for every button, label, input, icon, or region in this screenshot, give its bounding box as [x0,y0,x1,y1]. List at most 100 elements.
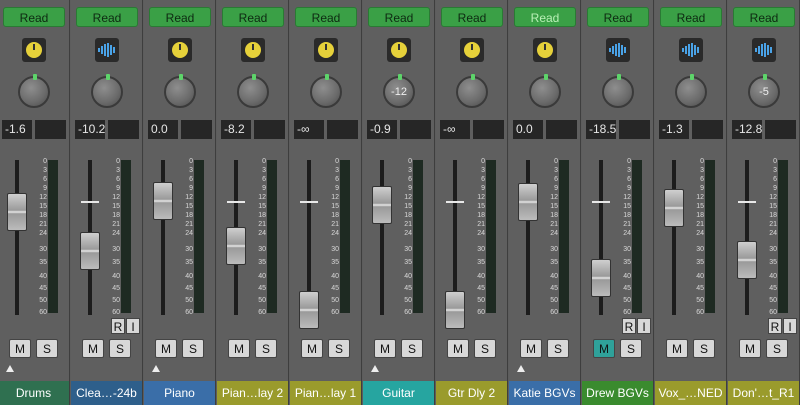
input-monitor-button[interactable]: I [637,318,651,334]
volume-fader[interactable] [518,183,538,221]
pan-knob[interactable] [310,74,342,108]
plugin-waveform-button[interactable] [752,38,776,62]
record-enable-button[interactable]: R [768,318,782,334]
expand-triangle-icon[interactable] [6,365,14,372]
peak-readout [35,120,66,139]
mute-button[interactable]: M [9,339,31,358]
channel-name[interactable]: Katie BGVs [509,381,580,405]
automation-read-button[interactable]: Read [222,7,284,27]
solo-button[interactable]: S [547,339,569,358]
volume-fader[interactable] [737,241,757,279]
scale-tick-label: 45 [696,285,704,292]
solo-button[interactable]: S [766,339,788,358]
volume-fader[interactable] [372,186,392,224]
channel-name[interactable]: Vox_…NED [655,381,726,405]
waveform-icon [98,43,116,57]
volume-fader[interactable] [80,232,100,270]
expand-triangle-icon[interactable] [152,365,160,372]
plugin-knob-button[interactable] [460,38,484,62]
solo-button[interactable]: S [36,339,58,358]
solo-button[interactable]: S [693,339,715,358]
scale-tick-label: 50 [331,297,339,304]
mute-button[interactable]: M [374,339,396,358]
automation-read-button[interactable]: Read [514,7,576,27]
pan-knob[interactable]: -12 [383,74,415,108]
scale-tick-label: 40 [623,273,631,280]
scale-tick-label: 9 [627,185,631,192]
plugin-knob-button[interactable] [314,38,338,62]
channel-name[interactable]: Pian…lay 1 [290,381,361,405]
solo-button[interactable]: S [182,339,204,358]
mute-button[interactable]: M [155,339,177,358]
automation-read-button[interactable]: Read [733,7,795,27]
input-monitor-button[interactable]: I [126,318,140,334]
plugin-knob-button[interactable] [22,38,46,62]
mute-button[interactable]: M [228,339,250,358]
scale-tick-label: 0 [116,158,120,165]
channel-name[interactable]: Drums [0,381,69,405]
plugin-waveform-button[interactable] [679,38,703,62]
automation-read-button[interactable]: Read [149,7,211,27]
record-enable-button[interactable]: R [622,318,636,334]
plugin-knob-button[interactable] [533,38,557,62]
channel-name[interactable]: Drew BGVs [582,381,653,405]
solo-button[interactable]: S [620,339,642,358]
volume-fader[interactable] [445,291,465,329]
channel-name[interactable]: Piano [144,381,215,405]
volume-fader[interactable] [664,189,684,227]
scale-tick-label: 6 [43,176,47,183]
volume-fader[interactable] [153,182,173,220]
scale-tick-label: 21 [696,221,704,228]
mute-button[interactable]: M [593,339,615,358]
pan-knob[interactable] [237,74,269,108]
volume-fader[interactable] [226,227,246,265]
pan-knob[interactable] [529,74,561,108]
solo-button[interactable]: S [401,339,423,358]
scale-tick-label: 6 [554,176,558,183]
plugin-knob-button[interactable] [168,38,192,62]
channel-name[interactable]: Guitar [363,381,434,405]
volume-fader[interactable] [7,193,27,231]
automation-read-button[interactable]: Read [3,7,65,27]
pan-knob[interactable] [456,74,488,108]
record-enable-button[interactable]: R [111,318,125,334]
plugin-knob-button[interactable] [241,38,265,62]
automation-read-button[interactable]: Read [441,7,503,27]
plugin-waveform-button[interactable] [95,38,119,62]
solo-button[interactable]: S [109,339,131,358]
scale-tick-label: 9 [189,185,193,192]
automation-read-button[interactable]: Read [76,7,138,27]
scale-tick-label: 3 [262,167,266,174]
pan-knob[interactable] [164,74,196,108]
scale-tick-label: 60 [404,309,412,316]
channel-name[interactable]: Gtr Dly 2 [436,381,507,405]
pan-knob[interactable]: -5 [748,74,780,108]
solo-button[interactable]: S [328,339,350,358]
volume-fader[interactable] [299,291,319,329]
plugin-waveform-button[interactable] [606,38,630,62]
mute-button[interactable]: M [666,339,688,358]
pan-knob[interactable] [675,74,707,108]
mute-button[interactable]: M [447,339,469,358]
solo-button[interactable]: S [474,339,496,358]
mute-button[interactable]: M [82,339,104,358]
channel-name[interactable]: Pian…lay 2 [217,381,288,405]
automation-read-button[interactable]: Read [660,7,722,27]
channel-name[interactable]: Clea…-24b [71,381,142,405]
pan-knob[interactable] [602,74,634,108]
channel-name[interactable]: Don'…t_R1 [728,381,799,405]
mute-button[interactable]: M [739,339,761,358]
input-monitor-button[interactable]: I [783,318,797,334]
expand-triangle-icon[interactable] [371,365,379,372]
solo-button[interactable]: S [255,339,277,358]
automation-read-button[interactable]: Read [368,7,430,27]
expand-triangle-icon[interactable] [517,365,525,372]
mute-button[interactable]: M [301,339,323,358]
volume-fader[interactable] [591,259,611,297]
automation-read-button[interactable]: Read [295,7,357,27]
mute-button[interactable]: M [520,339,542,358]
plugin-knob-button[interactable] [387,38,411,62]
pan-knob[interactable] [18,74,50,108]
automation-read-button[interactable]: Read [587,7,649,27]
pan-knob[interactable] [91,74,123,108]
